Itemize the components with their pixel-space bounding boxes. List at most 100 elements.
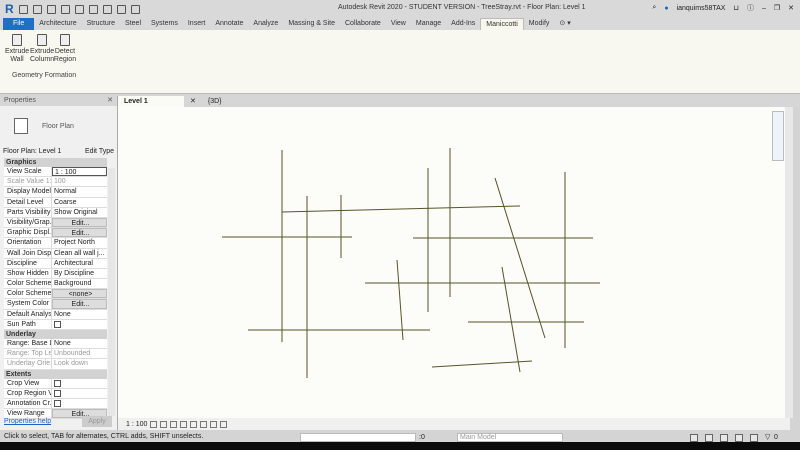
property-value[interactable]: None [52,310,107,319]
tab-annotate[interactable]: Annotate [210,18,248,30]
view-tab-3d[interactable]: {3D} [202,96,228,107]
properties-scrollbar[interactable] [108,168,115,416]
close-hidden-icon[interactable] [130,4,140,14]
type-selector[interactable]: Floor Plan [0,106,117,146]
edit-type-button[interactable]: Edit Type [85,146,114,158]
minimize-button[interactable]: – [762,5,766,12]
tab-view[interactable]: View [386,18,411,30]
tab-analyze[interactable]: Analyze [248,18,283,30]
ribbon-options-icon[interactable]: ⊙ ▾ [554,18,575,30]
checkbox[interactable] [54,389,61,397]
design-option-dropdown[interactable]: Main Model [457,433,563,442]
detail-level-icon[interactable] [150,420,158,428]
help-icon[interactable]: ⓘ [747,3,754,13]
search-icon[interactable]: ⌕ [652,4,656,12]
property-value[interactable]: Edit... [52,228,107,238]
section-header[interactable]: Graphics [4,158,107,167]
tab-architecture[interactable]: Architecture [34,18,81,30]
save-icon[interactable] [32,4,42,14]
undo-icon[interactable] [46,4,56,14]
extrude-wall-button[interactable]: Extrude Wall [5,34,29,64]
property-value[interactable]: None [52,339,107,348]
redo-icon[interactable] [60,4,70,14]
show-crop-icon[interactable] [200,420,208,428]
ribbon-panel: Extrude Wall Extrude Column Detect Region G… [0,30,800,94]
drawing-canvas[interactable] [118,107,790,418]
property-value[interactable]: <none> [52,289,107,299]
property-row: Detail Level Coarse [4,197,107,208]
crop-view-icon[interactable] [190,420,198,428]
tab-insert[interactable]: Insert [183,18,211,30]
temp-hide-icon[interactable] [210,420,218,428]
property-checkbox[interactable] [52,389,107,398]
view-tab-close-icon[interactable]: ✕ [184,96,202,107]
property-checkbox[interactable] [52,399,107,408]
close-icon[interactable]: ✕ [107,96,113,106]
open-icon[interactable] [18,4,28,14]
sun-path-icon[interactable] [170,420,178,428]
text-icon[interactable] [102,4,112,14]
extrude-column-button[interactable]: Extrude Column [30,34,54,64]
visual-style-icon[interactable] [160,420,168,428]
checkbox[interactable] [54,320,61,328]
section-header[interactable]: Extents [4,369,107,379]
select-by-face-icon[interactable] [735,434,743,442]
property-value[interactable]: Background [52,279,107,288]
property-value[interactable]: Coarse [52,198,107,207]
checkbox[interactable] [54,379,61,387]
tab-add-ins[interactable]: Add-Ins [446,18,480,30]
filter-count: 0 [774,434,778,441]
properties-help-link[interactable]: Properties help [4,418,51,425]
property-value[interactable]: By Discipline [52,269,107,278]
property-value[interactable]: Project North [52,238,107,247]
property-value[interactable]: Normal [52,187,107,196]
instance-selector[interactable]: Floor Plan: Level 1 [3,146,61,158]
shadows-icon[interactable] [180,420,188,428]
filter-icon[interactable]: ▽ [765,433,770,441]
tab-maniccotti[interactable]: Maniccotti [480,18,524,30]
canvas-scrollbar[interactable] [785,107,793,418]
select-pinned-icon[interactable] [720,434,728,442]
tab-structure[interactable]: Structure [82,18,120,30]
cart-icon[interactable]: ⊔ [733,4,738,12]
property-value[interactable]: Unbounded [52,349,107,358]
property-value[interactable]: Edit... [52,299,107,309]
navigation-bar[interactable] [772,111,784,161]
tab-manage[interactable]: Manage [411,18,446,30]
property-value[interactable]: Architectural [52,259,107,268]
select-links-icon[interactable] [690,434,698,442]
tab-collaborate[interactable]: Collaborate [340,18,386,30]
restore-button[interactable]: ❐ [774,4,780,12]
tab-modify[interactable]: Modify [524,18,555,30]
property-value[interactable]: Show Original [52,208,107,217]
detect-region-button[interactable]: Detect Region [53,34,77,64]
property-value[interactable]: 1 : 100 [52,167,107,177]
property-value[interactable]: Look down [52,359,107,368]
tab-massing-site[interactable]: Massing & Site [283,18,340,30]
user-icon[interactable]: ● [664,5,668,12]
apply-button[interactable]: Apply [82,416,112,427]
property-value[interactable]: Clean all wall j... [52,249,107,258]
select-underlay-icon[interactable] [705,434,713,442]
reveal-hidden-icon[interactable] [220,420,228,428]
drag-elements-icon[interactable] [750,434,758,442]
view-control-bar: 1 : 100 [118,418,790,430]
view-scale[interactable]: 1 : 100 [126,421,147,428]
section-header[interactable]: Underlay [4,330,107,339]
tab-steel[interactable]: Steel [120,18,146,30]
3d-view-icon[interactable] [116,4,126,14]
property-value[interactable]: 100 [52,177,107,186]
view-tab-level-1[interactable]: Level 1 [118,96,184,107]
tab-file[interactable]: File [3,18,35,30]
close-button[interactable]: ✕ [788,4,794,12]
revit-logo[interactable]: R [5,2,14,16]
measure-icon[interactable] [88,4,98,14]
tab-systems[interactable]: Systems [146,18,183,30]
workset-dropdown[interactable] [300,433,416,442]
property-checkbox[interactable] [52,379,107,388]
property-value[interactable]: Edit... [52,217,107,228]
checkbox[interactable] [54,399,61,407]
print-icon[interactable] [74,4,84,14]
property-checkbox[interactable] [52,320,107,329]
user-name[interactable]: ianquims58TAX [677,5,726,12]
